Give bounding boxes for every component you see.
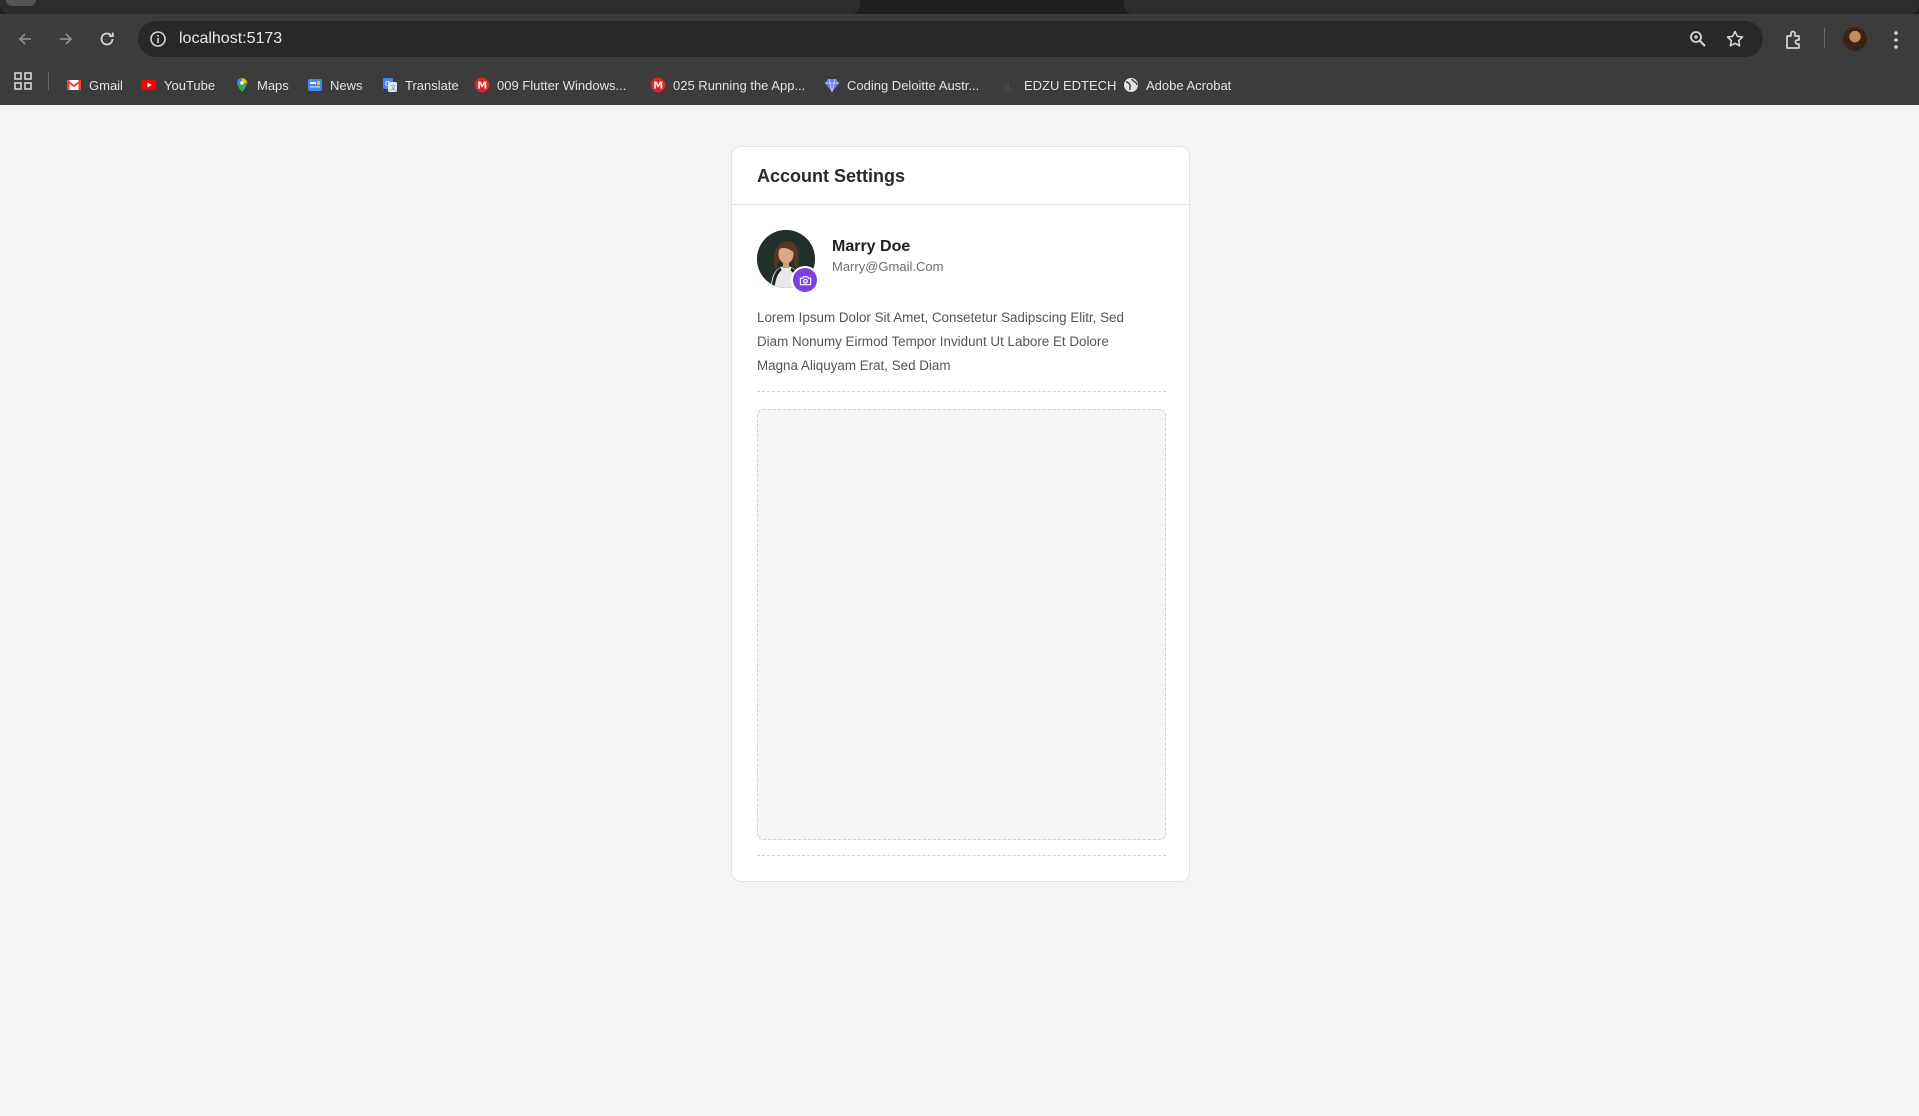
user-email: Marry@Gmail.Com <box>832 259 944 274</box>
card-header: Account Settings <box>732 147 1189 205</box>
user-bio: Lorem Ipsum Dolor Sit Amet, Consetetur S… <box>757 310 1124 373</box>
toolbar-divider <box>1824 28 1825 48</box>
menu-kebab-icon[interactable] <box>1884 28 1908 52</box>
section-divider <box>757 855 1166 856</box>
m-icon: M <box>650 77 666 93</box>
bookmark-label: Adobe Acrobat <box>1146 77 1232 93</box>
section-divider <box>757 391 1166 392</box>
maps-icon <box>237 78 247 92</box>
bookmark-translate[interactable]: G文 Translate <box>382 74 459 96</box>
tab-strip <box>0 0 1919 14</box>
bookmark-edzu-edtech[interactable]: EDZU EDTECH <box>1001 74 1116 96</box>
bookmark-label: YouTube <box>164 77 216 93</box>
bookmark-star-icon[interactable] <box>1725 29 1745 49</box>
bookmark-flutter-windows[interactable]: M 009 Flutter Windows... <box>474 74 626 96</box>
browser-toolbar: localhost:5173 <box>0 14 1919 64</box>
bookmark-label: Maps <box>257 77 289 93</box>
bookmark-label: Gmail <box>89 77 123 93</box>
bookmarks-bar: Gmail YouTube Maps News G文 Translate M 0… <box>0 64 1919 105</box>
user-name: Marry Doe <box>832 238 911 255</box>
profile-summary: Marry Doe Marry@Gmail.Com <box>757 230 1167 294</box>
gmail-icon <box>66 80 82 90</box>
browser-chrome: localhost:5173 Gmail YouTube Maps News G… <box>0 0 1919 105</box>
site-info-icon[interactable] <box>148 29 168 49</box>
translate-icon: G文 <box>383 78 397 92</box>
address-url[interactable]: localhost:5173 <box>179 30 282 48</box>
profile-avatar-icon[interactable] <box>1843 27 1867 51</box>
globe-icon <box>1124 78 1138 92</box>
svg-text:文: 文 <box>390 84 396 92</box>
forward-arrow-icon <box>60 33 73 45</box>
bookmark-label: 025 Running the App... <box>673 77 806 93</box>
reload-button[interactable] <box>92 24 122 54</box>
extensions-icon[interactable] <box>1782 28 1806 52</box>
tab-inactive[interactable] <box>1124 0 1919 14</box>
content-dropzone[interactable] <box>757 409 1166 840</box>
back-arrow-icon <box>18 33 31 45</box>
tab-search-button[interactable] <box>6 0 36 6</box>
svg-text:M: M <box>477 81 487 92</box>
news-icon <box>308 79 322 91</box>
bookmark-label: News <box>330 77 363 93</box>
address-bar[interactable]: localhost:5173 <box>138 21 1763 57</box>
bookmark-news[interactable]: News <box>307 74 363 96</box>
tab-inactive[interactable] <box>0 0 860 14</box>
bookmark-adobe-acrobat[interactable]: Adobe Acrobat <box>1123 74 1231 96</box>
bookmark-coding-deloitte[interactable]: Coding Deloitte Austr... <box>824 74 979 96</box>
svg-text:M: M <box>653 81 663 92</box>
bookmark-label: Translate <box>405 77 459 93</box>
bookmark-label: 009 Flutter Windows... <box>497 77 627 93</box>
reload-icon <box>100 32 114 46</box>
bookmark-label: EDZU EDTECH <box>1024 77 1117 93</box>
bookmark-label: Coding Deloitte Austr... <box>847 77 980 93</box>
bookmark-youtube[interactable]: YouTube <box>141 74 215 96</box>
diamond-icon <box>825 78 839 93</box>
change-photo-button[interactable] <box>791 266 819 294</box>
edzu-icon <box>1004 83 1012 91</box>
apps-grid-icon[interactable] <box>14 72 32 90</box>
bookmark-maps[interactable]: Maps <box>234 74 289 96</box>
bookmark-running-app[interactable]: M 025 Running the App... <box>650 74 805 96</box>
page-title: Account Settings <box>757 166 906 186</box>
back-button[interactable] <box>10 24 40 54</box>
account-settings-card: Account Settings Marry Doe Marry@Gmail.C… <box>731 146 1190 882</box>
bookmarks-divider <box>48 72 49 90</box>
forward-button[interactable] <box>51 24 81 54</box>
m-icon: M <box>474 77 490 93</box>
camera-icon <box>799 275 811 285</box>
youtube-icon <box>141 80 157 90</box>
zoom-icon[interactable] <box>1688 29 1708 49</box>
bookmark-gmail[interactable]: Gmail <box>66 74 123 96</box>
